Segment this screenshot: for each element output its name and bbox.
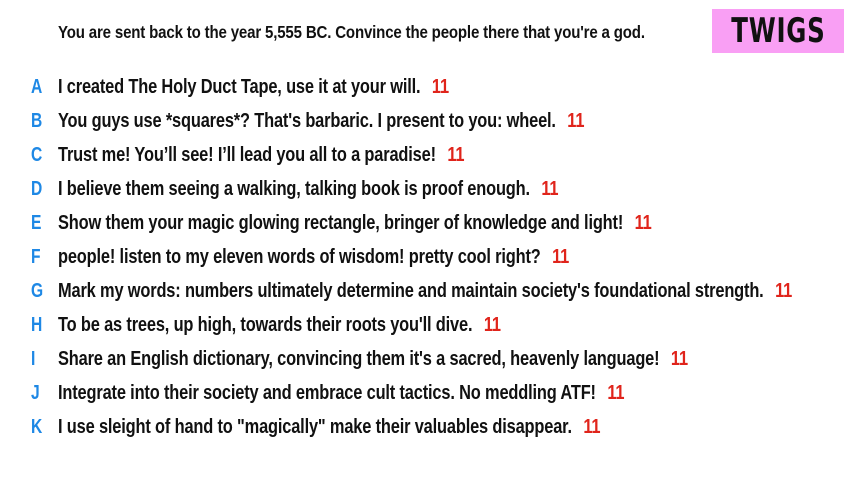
answer-letter: B (31, 109, 43, 132)
answer-text: Share an English dictionary, convincing … (58, 347, 660, 370)
answer-count: 11 (583, 415, 601, 438)
answer-count: 11 (447, 143, 465, 166)
answer-letter: D (31, 177, 43, 200)
answer-row-k: K I use sleight of hand to "magically" m… (0, 410, 853, 444)
answer-row-j: J Integrate into their society and embra… (0, 376, 853, 410)
prompt-text: You are sent back to the year 5,555 BC. … (58, 22, 645, 42)
twigs-logo: TWIGS (712, 9, 844, 53)
answer-row-b: B You guys use *squares*? That's barbari… (0, 104, 853, 138)
answer-text: Integrate into their society and embrace… (58, 381, 596, 404)
answer-count: 11 (431, 75, 449, 98)
answer-row-c: C Trust me! You’ll see! I’ll lead you al… (0, 138, 853, 172)
answer-letter: F (31, 245, 41, 268)
answer-text: I believe them seeing a walking, talking… (58, 177, 530, 200)
answer-text: You guys use *squares*? That's barbaric.… (58, 109, 556, 132)
answer-letter: A (31, 75, 43, 98)
answer-row-f: F people! listen to my eleven words of w… (0, 240, 853, 274)
answer-row-d: D I believe them seeing a walking, talki… (0, 172, 853, 206)
answer-text: people! listen to my eleven words of wis… (58, 245, 541, 268)
answer-text: To be as trees, up high, towards their r… (58, 313, 473, 336)
answer-row-a: A I created The Holy Duct Tape, use it a… (0, 70, 853, 104)
answer-text: Show them your magic glowing rectangle, … (58, 211, 624, 234)
answer-count: 11 (552, 245, 570, 268)
logo-text: TWIGS (730, 11, 826, 51)
answer-count: 11 (607, 381, 625, 404)
answer-letter: C (31, 143, 43, 166)
answer-letter: I (31, 347, 36, 370)
answer-list: A I created The Holy Duct Tape, use it a… (0, 70, 853, 444)
answer-text: Mark my words: numbers ultimately determ… (58, 279, 764, 302)
answer-row-h: H To be as trees, up high, towards their… (0, 308, 853, 342)
answer-letter: K (31, 415, 43, 438)
answer-count: 11 (634, 211, 652, 234)
answer-letter: E (31, 211, 42, 234)
answer-count: 11 (567, 109, 585, 132)
answer-letter: H (31, 313, 43, 336)
answer-letter: G (31, 279, 44, 302)
answer-text: I created The Holy Duct Tape, use it at … (58, 75, 421, 98)
answer-count: 11 (541, 177, 559, 200)
answer-text: I use sleight of hand to "magically" mak… (58, 415, 572, 438)
answer-count: 11 (775, 279, 793, 302)
answer-letter: J (31, 381, 40, 404)
answer-row-i: I Share an English dictionary, convincin… (0, 342, 853, 376)
answer-text: Trust me! You’ll see! I’ll lead you all … (58, 143, 436, 166)
answer-row-g: G Mark my words: numbers ultimately dete… (0, 274, 853, 308)
answer-row-e: E Show them your magic glowing rectangle… (0, 206, 853, 240)
answer-count: 11 (483, 313, 501, 336)
answer-count: 11 (670, 347, 688, 370)
